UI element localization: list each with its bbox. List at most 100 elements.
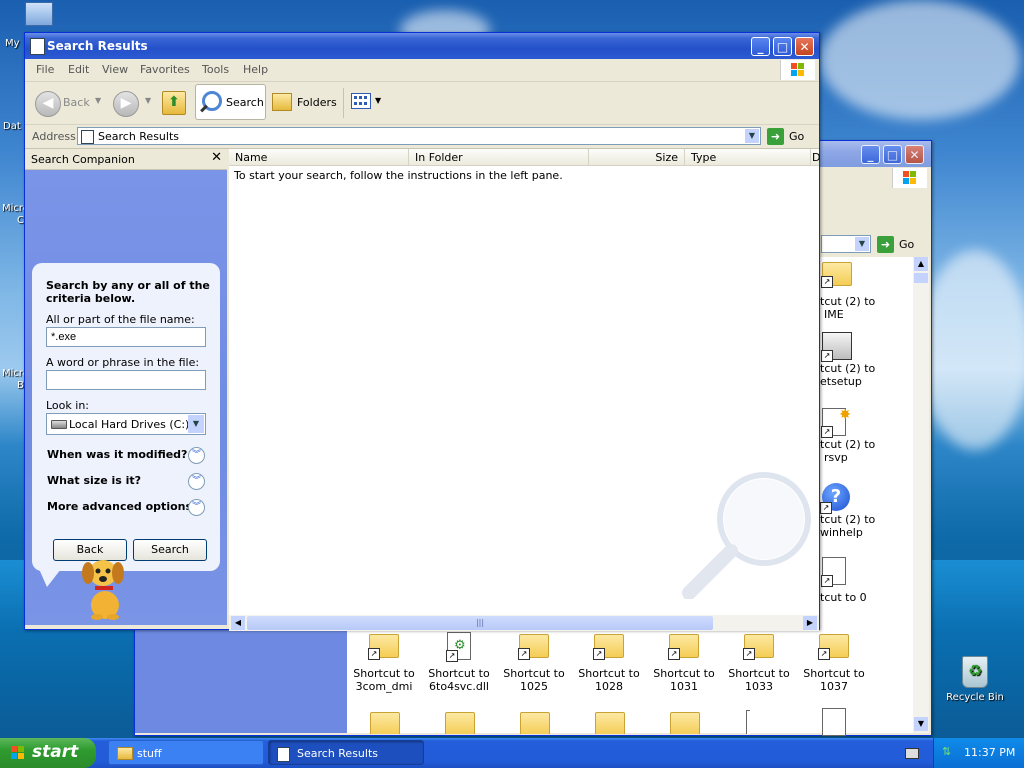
desktop-label[interactable]: My [5, 38, 20, 49]
search-window-icon [30, 38, 45, 55]
forward-dropdown-icon[interactable]: ▼ [145, 96, 151, 105]
file-item-label: Shortcut to [428, 667, 490, 680]
scroll-left-icon[interactable]: ◀ [231, 616, 245, 630]
file-item[interactable]: ↗ Shortcut to 1037 [797, 634, 871, 693]
option-size[interactable]: What size is it? [47, 474, 141, 487]
desktop-label[interactable]: B [17, 380, 24, 391]
address-dropdown[interactable]: ▼ [821, 235, 871, 253]
close-button[interactable]: ✕ [795, 37, 814, 56]
desktop-label[interactable]: Dat [3, 121, 21, 132]
file-item-label: IME [824, 308, 844, 321]
search-results-window[interactable]: Search Results _ □ ✕ File Edit View Favo… [24, 32, 820, 631]
file-item[interactable]: ↗ Shortcut to 1031 [647, 634, 721, 693]
expand-chevron-icon[interactable]: ︾ [188, 447, 205, 464]
file-item[interactable]: ? ↗ tcut (2) to winhelp [820, 483, 880, 539]
views-icon[interactable] [351, 93, 371, 109]
close-pane-icon[interactable]: ✕ [211, 150, 222, 165]
file-item[interactable]: ↗ Shortcut to 1033 [722, 634, 796, 693]
menu-file[interactable]: File [36, 63, 54, 76]
maximize-button[interactable]: □ [883, 145, 902, 164]
column-type[interactable]: Type [685, 149, 811, 166]
vertical-scrollbar[interactable]: ▲ ▼ [913, 257, 929, 733]
horizontal-scrollbar[interactable]: ◀ ||| ▶ [229, 615, 819, 631]
phrase-input[interactable] [46, 370, 206, 390]
option-modified[interactable]: When was it modified? [47, 448, 187, 461]
minimize-button[interactable]: _ [861, 145, 880, 164]
menu-help[interactable]: Help [243, 63, 268, 76]
column-date[interactable]: D [811, 149, 820, 166]
file-item[interactable]: ↗ Shortcut to 1025 [497, 634, 571, 693]
task-stuff[interactable]: stuff [108, 740, 264, 765]
file-item-label: winhelp [820, 526, 863, 539]
go-button[interactable]: Go [899, 238, 914, 251]
search-submit-button[interactable]: Search [133, 539, 207, 561]
look-in-select[interactable]: Local Hard Drives (C:) ▼ [46, 413, 206, 435]
file-item[interactable]: ↗ tcut (2) to etsetup [820, 332, 880, 388]
minimize-button[interactable]: _ [751, 37, 770, 56]
file-item-label: tcut (2) to [820, 295, 876, 308]
scroll-thumb[interactable] [914, 273, 928, 283]
menu-edit[interactable]: Edit [68, 63, 89, 76]
search-button[interactable]: Search [195, 84, 266, 120]
address-dropdown-icon[interactable]: ▼ [745, 129, 759, 143]
windows-logo-icon [10, 745, 26, 761]
scroll-up-icon[interactable]: ▲ [914, 257, 928, 271]
file-item-label: tcut (2) to [820, 438, 876, 451]
file-item[interactable]: ⚙ ↗ Shortcut to 6to4svc.dll [422, 632, 496, 693]
column-size[interactable]: Size [589, 149, 685, 166]
folders-button[interactable]: Folders [297, 96, 337, 109]
file-item[interactable]: ↗ Shortcut to 1028 [572, 634, 646, 693]
file-item-label: Shortcut to [803, 667, 865, 680]
column-name[interactable]: Name [229, 149, 409, 166]
file-name-input[interactable] [46, 327, 206, 347]
scroll-down-icon[interactable]: ▼ [914, 717, 928, 731]
expand-chevron-icon[interactable]: ︾ [188, 473, 205, 490]
task-search-results[interactable]: Search Results [268, 740, 424, 765]
menu-tools[interactable]: Tools [202, 63, 229, 76]
expand-chevron-icon[interactable]: ︾ [188, 499, 205, 516]
views-dropdown-icon[interactable]: ▼ [375, 96, 381, 105]
start-button[interactable]: start [0, 738, 96, 768]
folder-icon: ↗ [743, 634, 774, 660]
search-heading: Search by any or all of the criteria bel… [46, 279, 210, 305]
look-in-dropdown-icon[interactable]: ▼ [188, 415, 204, 433]
address-input[interactable]: Search Results ▼ [77, 127, 761, 145]
file-item-label: 1033 [745, 680, 773, 693]
shortcut-arrow-icon: ↗ [368, 648, 380, 660]
go-arrow-icon[interactable]: ➜ [767, 128, 784, 145]
go-button[interactable]: Go [789, 130, 804, 143]
close-button[interactable]: ✕ [905, 145, 924, 164]
back-arrow-icon[interactable]: ◀ [35, 91, 61, 117]
back-dropdown-icon[interactable]: ▼ [95, 96, 101, 105]
go-arrow-icon[interactable]: ➜ [877, 236, 894, 253]
results-list[interactable]: Name In Folder Size Type D To start your… [229, 149, 820, 631]
maximize-button[interactable]: □ [773, 37, 792, 56]
forward-arrow-icon[interactable]: ▶ [113, 91, 139, 117]
menu-favorites[interactable]: Favorites [140, 63, 190, 76]
scroll-thumb[interactable]: ||| [247, 616, 713, 630]
clock[interactable]: 11:37 PM [964, 746, 1015, 759]
menu-bar: File Edit View Favorites Tools Help [25, 59, 819, 82]
desktop-label[interactable]: C [17, 215, 24, 226]
column-in-folder[interactable]: In Folder [409, 149, 589, 166]
desktop-icon-recycle-bin[interactable]: ♻ Recycle Bin [940, 656, 1010, 703]
back-button[interactable]: Back [63, 96, 90, 109]
menu-view[interactable]: View [102, 63, 128, 76]
file-item-label: 3com_dmi [355, 680, 413, 693]
search-dog-icon[interactable] [75, 553, 135, 621]
up-folder-icon[interactable]: ⬆ [162, 91, 186, 115]
file-item[interactable]: ↗ tcut (2) to IME [820, 262, 880, 321]
file-item[interactable]: ✸ ↗ tcut (2) to rsvp [820, 407, 880, 464]
file-item-label: 1028 [595, 680, 623, 693]
folders-icon[interactable] [272, 93, 292, 111]
shortcut-arrow-icon: ↗ [593, 648, 605, 660]
scroll-right-icon[interactable]: ▶ [803, 616, 817, 630]
option-advanced[interactable]: More advanced options [47, 500, 192, 513]
file-item[interactable]: ↗ tcut to 0 [820, 557, 880, 604]
file-row-partial [360, 710, 750, 734]
desktop-icon-my-computer[interactable] [22, 2, 56, 26]
file-item[interactable]: ↗ Shortcut to 3com_dmi [347, 634, 421, 693]
folder-icon [445, 712, 475, 734]
keyboard-icon[interactable] [905, 748, 919, 759]
network-icon[interactable]: ⇅ [942, 746, 954, 758]
